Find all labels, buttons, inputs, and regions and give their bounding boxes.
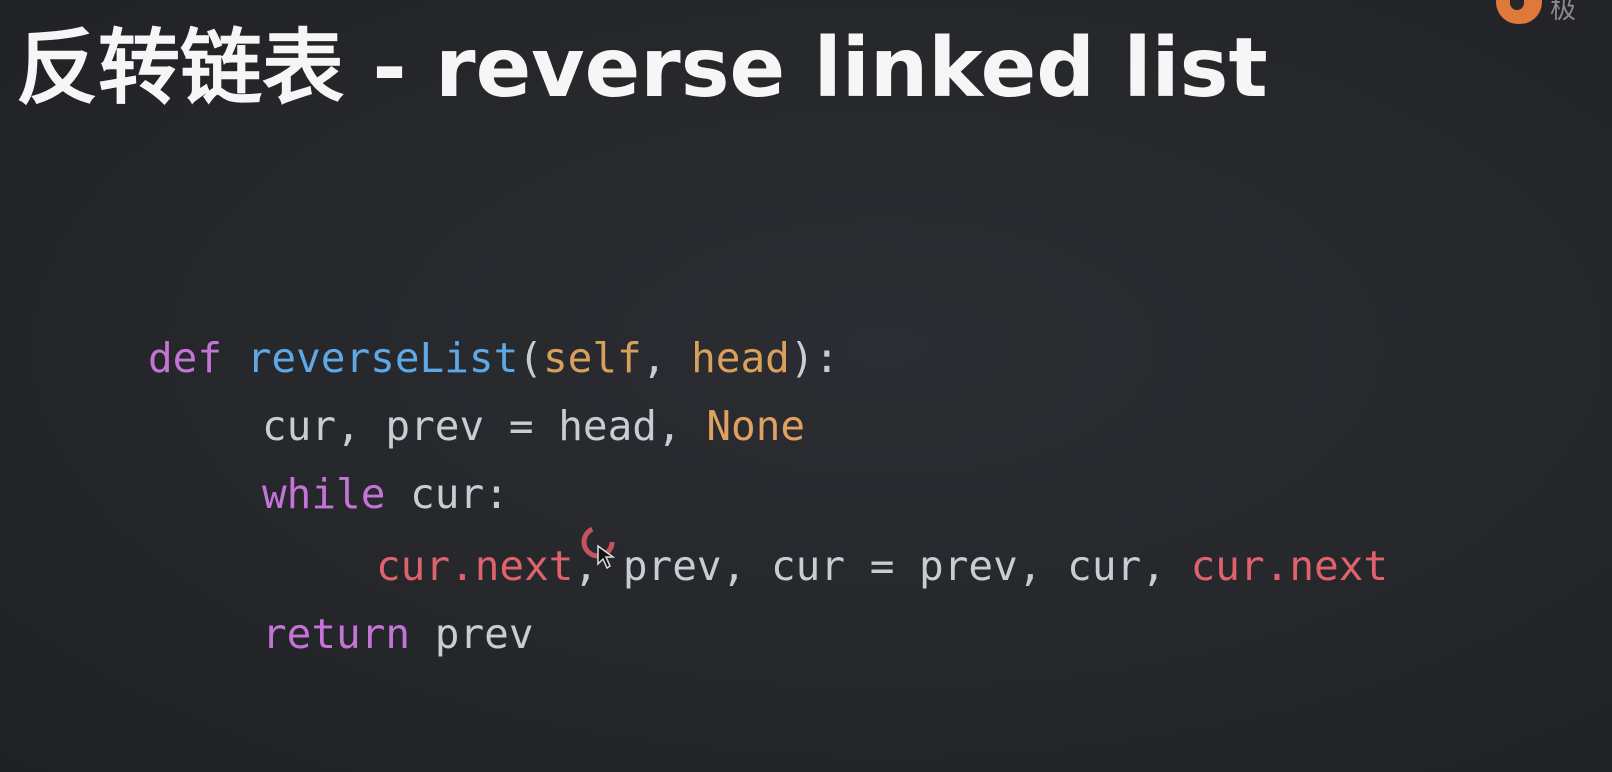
loading-cursor-icon [581,525,616,570]
keyword-def: def [148,334,223,382]
attr-cur-next-lhs: cur.next [376,542,574,590]
assign-lhs: cur, prev = head, [262,402,707,450]
open-paren: ( [518,334,543,382]
close-paren: ): [789,334,840,382]
return-value: prev [410,610,534,658]
while-condition: cur: [385,470,509,518]
code-block: def reverseList(self, head): cur, prev =… [0,0,1612,772]
param-head: head [691,334,790,382]
keyword-return: return [262,610,411,658]
code-line-assign: cur, prev = head, None [262,396,805,456]
param-comma: , [641,334,692,382]
code-line-while: while cur: [262,464,509,524]
code-line-return: return prev [262,604,534,664]
param-self: self [542,334,642,382]
const-none: None [706,402,806,450]
function-name: reverseList [246,334,519,382]
code-line-def: def reverseList(self, head): [148,328,839,388]
attr-cur-next-rhs: cur.next [1190,542,1389,590]
swap-middle: , prev, cur = prev, cur, [573,542,1191,590]
keyword-while: while [262,470,386,518]
code-line-swap: cur.next, prev, cur = prev, cur, cur.nex… [376,536,1388,596]
